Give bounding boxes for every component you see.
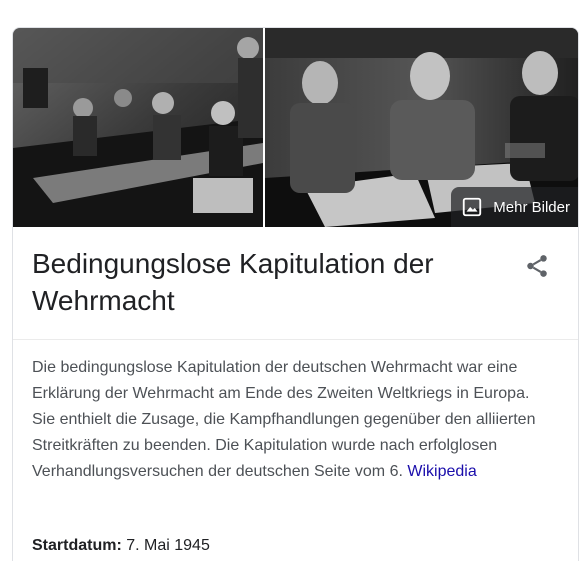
- photo-signing-room[interactable]: [13, 28, 263, 227]
- share-button[interactable]: [522, 251, 552, 281]
- image-strip: Mehr Bilder: [13, 28, 578, 227]
- description-text: Die bedingungslose Kapitulation der deut…: [32, 359, 536, 480]
- image-icon: [463, 197, 482, 217]
- title-section: Bedingungslose Kapitulation der Wehrmach…: [13, 227, 578, 340]
- panel-title: Bedingungslose Kapitulation der Wehrmach…: [32, 248, 434, 316]
- description: Die bedingungslose Kapitulation der deut…: [32, 355, 552, 485]
- fact-value: 7. Mai 1945: [126, 537, 210, 554]
- fact-row-startdatum: Startdatum: 7. Mai 1945: [32, 533, 210, 559]
- more-images-button[interactable]: Mehr Bilder: [451, 187, 578, 227]
- share-icon: [527, 255, 547, 277]
- fact-label: Startdatum:: [32, 537, 122, 554]
- wikipedia-link[interactable]: Wikipedia: [407, 463, 476, 480]
- knowledge-panel: Mehr Bilder Bedingungslose Kapitulation …: [12, 27, 579, 561]
- photo-signing-room-image: [13, 28, 263, 227]
- more-images-label: Mehr Bilder: [493, 198, 570, 216]
